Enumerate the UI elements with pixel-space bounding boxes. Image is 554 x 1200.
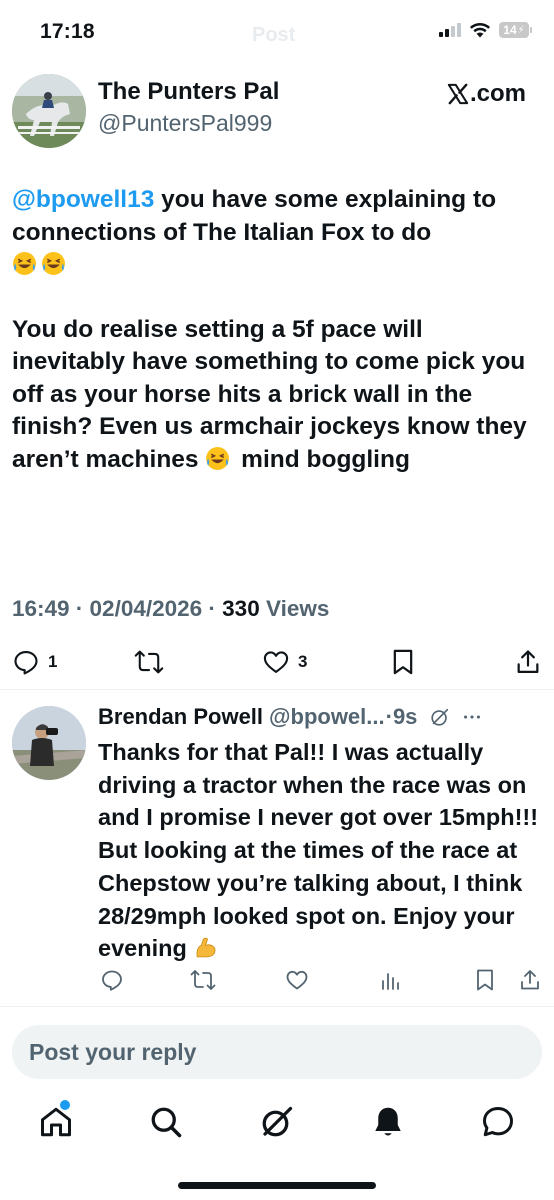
reply-composer[interactable]: Post your reply <box>12 1025 542 1079</box>
messages-icon[interactable] <box>480 1104 516 1140</box>
tweet-date: 02/04/2026 <box>89 596 203 621</box>
status-ghost-title: Post <box>252 24 296 46</box>
repost-icon <box>134 650 164 674</box>
home-indicator <box>178 1182 376 1189</box>
grok-icon[interactable] <box>429 706 451 728</box>
bell-icon[interactable] <box>370 1104 406 1140</box>
tweet-time: 16:49 <box>12 596 70 621</box>
author-handle[interactable]: @PuntersPal999 <box>98 110 272 137</box>
status-bar: 17:18 Post 14 ⚡ <box>0 0 554 66</box>
home-icon[interactable] <box>38 1104 74 1140</box>
reply-button[interactable]: 1 <box>12 648 57 676</box>
x-com-brand: .com <box>447 80 526 108</box>
bookmark-button[interactable] <box>390 648 416 676</box>
reply-avatar[interactable] <box>12 706 86 780</box>
laughing-emoji-icon <box>13 252 36 275</box>
search-icon[interactable] <box>148 1104 184 1140</box>
views-label: Views <box>265 596 330 621</box>
tab-bar <box>0 1094 554 1154</box>
reply-icon <box>14 651 38 675</box>
reply-author-name[interactable]: Brendan Powell <box>98 704 263 730</box>
repost-icon[interactable] <box>190 968 216 992</box>
bookmark-icon <box>393 649 413 675</box>
status-icons: 14 ⚡ <box>439 22 532 38</box>
grok-icon[interactable] <box>259 1104 295 1140</box>
reply-count: 1 <box>48 652 58 671</box>
more-options-icon[interactable] <box>461 706 483 728</box>
tweet-paragraph-1: @bpowell13 you have some explaining to c… <box>12 184 542 282</box>
brand-domain: .com <box>469 80 526 107</box>
reply-text-content: Thanks for that Pal!! I was actually dri… <box>98 739 539 962</box>
like-icon <box>263 651 289 673</box>
laughing-emoji-icon <box>206 446 230 470</box>
tweet-text: @bpowell13 you have some explaining to c… <box>12 184 542 508</box>
repost-button[interactable] <box>134 648 164 676</box>
like-icon[interactable] <box>285 968 309 992</box>
share-button[interactable] <box>514 648 542 676</box>
author-name[interactable]: The Punters Pal <box>98 78 279 106</box>
reply-author-handle[interactable]: @bpowel... <box>269 704 385 730</box>
mention-link[interactable]: @bpowell13 <box>12 186 154 213</box>
views-count: 330 <box>222 596 260 621</box>
notification-dot <box>60 1100 70 1110</box>
reply-time: ·9s <box>385 704 418 729</box>
views-icon[interactable] <box>378 968 402 992</box>
reply-actions <box>0 968 554 998</box>
reply-text: Thanks for that Pal!! I was actually dri… <box>98 736 543 965</box>
share-icon[interactable] <box>518 968 542 992</box>
like-button[interactable]: 3 <box>262 648 307 676</box>
bookmark-icon[interactable] <box>474 968 496 992</box>
tweet-paragraph-2: You do realise setting a 5f pace will in… <box>12 314 542 477</box>
like-count: 3 <box>298 652 308 671</box>
reply-icon[interactable] <box>100 968 124 992</box>
battery-icon: 14 ⚡ <box>499 22 532 38</box>
cellular-signal-icon <box>439 23 461 37</box>
tweet-actions: 1 3 <box>0 648 554 688</box>
status-time: 17:18 <box>40 20 95 43</box>
divider <box>0 1006 554 1007</box>
reply-header: Brendan Powell @bpowel... ·9s <box>98 704 542 730</box>
tweet-para2-tail: mind boggling <box>234 445 410 473</box>
composer-placeholder[interactable]: Post your reply <box>29 1039 196 1066</box>
tweet-meta: 16:49 · 02/04/2026 · 330 Views <box>12 596 330 621</box>
x-logo-icon <box>447 83 469 105</box>
battery-level: 14 <box>503 23 517 37</box>
share-icon <box>517 650 539 674</box>
laughing-emoji-icon <box>42 252 65 275</box>
wifi-icon <box>470 23 490 38</box>
flexed-biceps-emoji-icon <box>196 937 216 958</box>
author-avatar[interactable] <box>12 74 86 148</box>
divider <box>0 689 554 690</box>
